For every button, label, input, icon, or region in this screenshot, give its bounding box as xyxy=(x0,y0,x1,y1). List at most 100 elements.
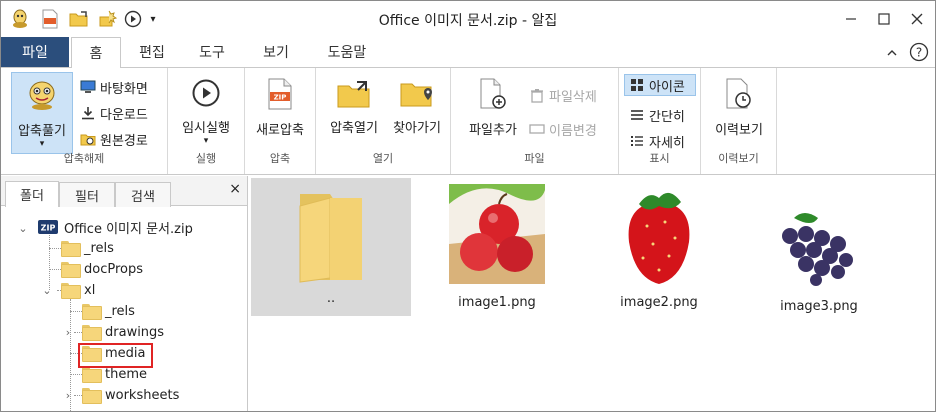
rename-button[interactable]: 이름변경 xyxy=(529,118,597,140)
ribbon-group-extract: 압축풀기 ▾ 바탕화면 다운로드 원본경로 압축해제 xyxy=(1,68,168,174)
title-bar: ▾ Office 이미지 문서.zip - 알집 xyxy=(1,1,935,37)
collapse-chevron-icon[interactable]: ⌄ xyxy=(17,218,29,238)
tree-connector xyxy=(49,269,61,270)
tree-item-label: _rels xyxy=(105,303,135,319)
view-simple-label: 간단히 xyxy=(649,109,685,125)
ribbon-group-history: 이력보기 이력보기 xyxy=(701,68,777,174)
extract-button[interactable]: 압축풀기 ▾ xyxy=(11,72,73,154)
tree-item-xl[interactable]: xl xyxy=(61,280,95,300)
minimize-button[interactable] xyxy=(836,7,866,31)
folder-large-icon xyxy=(298,192,364,287)
ribbon-group-view: 아이콘 간단히 자세히 표시 xyxy=(619,68,701,174)
file-item-parent[interactable]: .. xyxy=(251,178,411,316)
file-item-image1[interactable]: image1.png xyxy=(427,178,567,310)
trash-icon xyxy=(529,87,545,103)
ribbon-group-open: 압축열기 찾아가기 열기 xyxy=(316,68,451,174)
goto-label: 찾아가기 xyxy=(393,121,441,136)
panel-tabs: 폴더 필터 검색 × xyxy=(1,176,247,207)
tree-connector xyxy=(70,311,82,312)
temp-run-label: 임시실행 xyxy=(182,121,230,136)
group-label-open: 열기 xyxy=(372,152,394,165)
svg-text:?: ? xyxy=(916,46,922,60)
svg-text:ZIP: ZIP xyxy=(274,94,287,102)
desktop-button[interactable]: 바탕화면 xyxy=(80,76,148,98)
tab-tools[interactable]: 도구 xyxy=(189,37,235,67)
rename-icon xyxy=(529,121,545,137)
ribbon-group-compress: ZIP 새로압축 압축 xyxy=(245,68,316,174)
folder-icon xyxy=(82,304,102,320)
tree-connector xyxy=(74,395,82,396)
tab-folder[interactable]: 폴더 xyxy=(5,181,59,207)
tree-item-worksheets[interactable]: worksheets xyxy=(82,385,179,405)
file-item-image2[interactable]: image2.png xyxy=(589,178,729,310)
original-path-button[interactable]: 원본경로 xyxy=(80,128,148,150)
new-compress-label: 새로압축 xyxy=(256,123,304,138)
temp-run-button[interactable]: 임시실행 ▾ xyxy=(176,74,236,146)
open-archive-label: 압축열기 xyxy=(330,121,378,136)
tree-item-drawings[interactable]: drawings xyxy=(82,322,164,342)
folder-arrow-icon xyxy=(80,131,96,147)
folder-icon xyxy=(61,241,81,257)
desktop-label: 바탕화면 xyxy=(100,81,148,97)
collapse-chevron-icon[interactable]: ⌄ xyxy=(41,280,53,300)
ribbon-group-run: 임시실행 ▾ 실행 xyxy=(168,68,245,174)
tree-item-xl-rels[interactable]: _rels xyxy=(82,301,135,321)
maximize-button[interactable] xyxy=(869,7,899,31)
expand-chevron-icon[interactable]: › xyxy=(62,385,74,405)
tab-search[interactable]: 검색 xyxy=(115,182,171,207)
view-icon-button[interactable]: 아이콘 xyxy=(624,74,696,96)
view-detail-button[interactable]: 자세히 xyxy=(629,130,685,152)
file-item-name: image2.png xyxy=(620,295,698,310)
view-icon-label: 아이콘 xyxy=(649,79,685,95)
goto-button[interactable]: 찾아가기 xyxy=(388,74,446,136)
tree-item-label: docProps xyxy=(84,261,144,277)
tree-connector xyxy=(49,248,61,249)
list-icon xyxy=(629,107,645,123)
tree-item-docprops[interactable]: docProps xyxy=(61,259,143,279)
file-item-image3[interactable]: image3.png xyxy=(749,178,889,314)
grid-icon xyxy=(629,77,645,93)
tab-file[interactable]: 파일 xyxy=(1,37,69,67)
tree-item-root[interactable]: ZIP Office 이미지 문서.zip xyxy=(37,217,193,237)
tab-view[interactable]: 보기 xyxy=(253,37,299,67)
window-title: Office 이미지 문서.zip - 알집 xyxy=(378,13,558,29)
download-button[interactable]: 다운로드 xyxy=(80,102,148,124)
play-circle-icon xyxy=(191,78,221,111)
ribbon-tab-bar: 파일 홈 편집 도구 보기 도움말 ? xyxy=(1,37,935,68)
tab-edit[interactable]: 편집 xyxy=(129,37,175,67)
delete-file-button[interactable]: 파일삭제 xyxy=(529,84,597,106)
group-label-view: 표시 xyxy=(649,152,670,165)
svg-text:ZIP: ZIP xyxy=(41,224,56,233)
folder-tree: ⌄ ZIP Office 이미지 문서.zip _rels docProps ⌄… xyxy=(1,208,247,411)
help-icon[interactable]: ? xyxy=(904,40,934,64)
grapes-thumbnail xyxy=(764,208,874,291)
folder-icon xyxy=(61,283,81,299)
zip-archive-icon: ZIP xyxy=(37,219,59,235)
download-icon xyxy=(80,105,96,121)
expand-chevron-icon[interactable]: › xyxy=(62,322,74,342)
folder-icon xyxy=(82,367,102,383)
original-path-label: 원본경로 xyxy=(100,133,148,149)
group-label-extract: 압축해제 xyxy=(63,152,105,165)
folder-location-icon xyxy=(400,80,434,111)
panel-close-button[interactable]: × xyxy=(229,181,241,197)
add-file-button[interactable]: 파일추가 xyxy=(461,74,525,138)
alzip-mascot-icon xyxy=(26,79,58,114)
new-compress-button[interactable]: ZIP 새로압축 xyxy=(251,74,309,138)
tab-help[interactable]: 도움말 xyxy=(319,37,375,67)
view-simple-button[interactable]: 간단히 xyxy=(629,104,685,126)
monitor-icon xyxy=(80,79,96,95)
file-item-name: image3.png xyxy=(780,299,858,314)
open-archive-button[interactable]: 압축열기 xyxy=(324,74,384,136)
tab-filter[interactable]: 필터 xyxy=(59,182,115,207)
file-add-icon xyxy=(479,78,507,113)
apples-thumbnail xyxy=(449,184,545,287)
collapse-ribbon-icon[interactable] xyxy=(877,41,907,65)
tree-item-rels[interactable]: _rels xyxy=(61,238,114,258)
group-label-compress: 압축 xyxy=(269,152,291,165)
history-button[interactable]: 이력보기 xyxy=(709,74,769,138)
temp-run-dropdown-icon: ▾ xyxy=(203,136,209,146)
close-button[interactable] xyxy=(902,7,932,31)
tab-home[interactable]: 홈 xyxy=(71,37,121,68)
folder-icon xyxy=(82,325,102,341)
